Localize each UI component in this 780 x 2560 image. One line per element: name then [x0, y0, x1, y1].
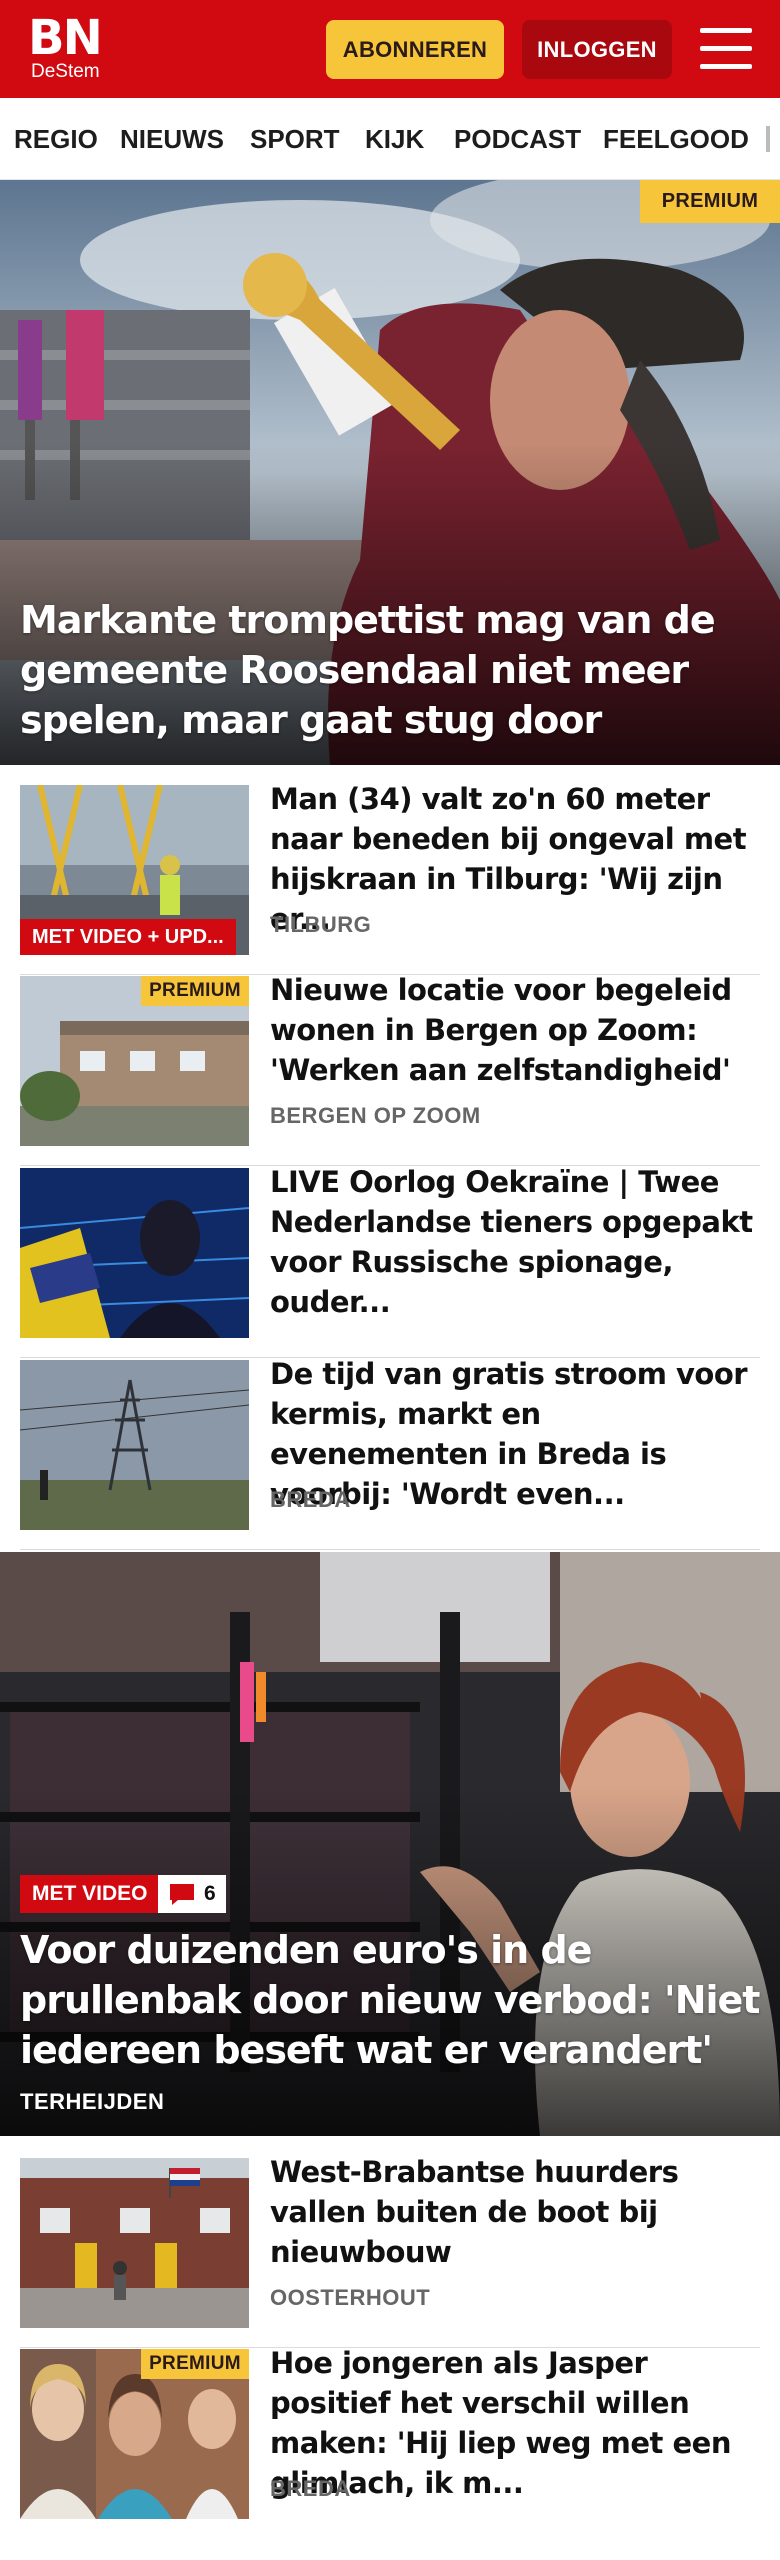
nav-item-nieuws[interactable]: NIEUWS [120, 98, 224, 179]
login-button[interactable]: INLOGGEN [522, 20, 672, 79]
article-thumbnail [20, 1360, 249, 1530]
article-location: TERHEIJDEN [20, 2089, 165, 2114]
subscribe-button[interactable]: ABONNEREN [326, 20, 504, 79]
nav-item-sport[interactable]: SPORT [250, 98, 340, 179]
section-nav: REGIO NIEUWS SPORT KIJK PODCAST FEELGOOD [0, 98, 780, 180]
article-title[interactable]: West-Brabantse huurders vallen buiten de… [270, 2152, 760, 2272]
article-location: TILBURG [270, 912, 372, 937]
hero-headline[interactable]: Voor duizenden euro's in de prullenbak d… [20, 1925, 760, 2075]
nav-item-kijk[interactable]: KIJK [365, 98, 424, 179]
hero-headline[interactable]: Markante trompettist mag van de gemeente… [20, 595, 760, 745]
article-thumbnail [20, 1168, 249, 1338]
site-header: BN DeStem ABONNEREN INLOGGEN [0, 0, 780, 98]
article-item[interactable]: De tijd van gratis stroom voor kermis, m… [20, 1357, 760, 1550]
site-logo[interactable]: BN DeStem [28, 14, 118, 86]
article-location: BERGEN OP ZOOM [270, 1103, 481, 1128]
article-thumbnail [20, 2158, 249, 2328]
article-thumbnail: PREMIUM [20, 2349, 249, 2519]
nav-item-feelgood[interactable]: FEELGOOD [603, 98, 749, 179]
hero-article-nail-polish[interactable]: MET VIDEO 6 Voor duizenden euro's in de … [0, 1552, 780, 2136]
comment-count: 6 [204, 1882, 216, 1905]
article-item[interactable]: PREMIUM Hoe jongeren als Jasper positief… [20, 2346, 760, 2560]
video-update-tag: MET VIDEO + UPD... [20, 919, 236, 955]
premium-badge: PREMIUM [141, 976, 249, 1006]
logo-main: BN [28, 10, 103, 66]
nav-overflow-indicator [766, 126, 770, 152]
premium-badge: PREMIUM [640, 180, 780, 223]
article-title[interactable]: Nieuwe locatie voor begeleid wonen in Be… [270, 970, 760, 1090]
article-location: OOSTERHOUT [270, 2285, 431, 2310]
nav-item-podcast[interactable]: PODCAST [454, 98, 581, 179]
comment-bubble-icon [170, 1884, 194, 1905]
article-thumbnail: PREMIUM [20, 976, 249, 1146]
article-location: BREDA [270, 2476, 351, 2501]
article-item[interactable]: MET VIDEO + UPD... Man (34) valt zo'n 60… [20, 782, 760, 975]
article-location: BREDA [270, 1487, 351, 1512]
article-thumbnail: MET VIDEO + UPD... [20, 785, 249, 955]
hero-article-trumpeter[interactable]: PREMIUM Markante trompettist mag van de … [0, 180, 780, 765]
hamburger-menu-icon[interactable] [700, 26, 752, 72]
article-title[interactable]: LIVE Oorlog Oekraïne | Twee Nederlandse … [270, 1162, 760, 1322]
logo-sub: DeStem [31, 61, 100, 82]
comment-count-badge[interactable]: 6 [158, 1875, 226, 1913]
nav-item-regio[interactable]: REGIO [14, 98, 98, 179]
article-item[interactable]: West-Brabantse huurders vallen buiten de… [20, 2155, 760, 2348]
video-tag: MET VIDEO [20, 1875, 160, 1913]
article-item[interactable]: LIVE Oorlog Oekraïne | Twee Nederlandse … [20, 1165, 760, 1358]
premium-badge: PREMIUM [141, 2349, 249, 2379]
article-item[interactable]: PREMIUM Nieuwe locatie voor begeleid won… [20, 973, 760, 1166]
